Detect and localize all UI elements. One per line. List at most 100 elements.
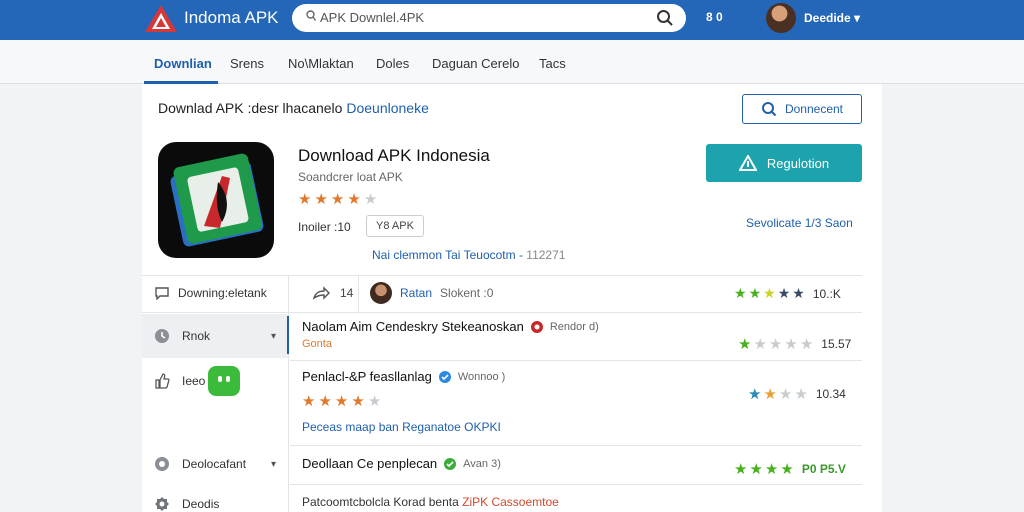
divider [290,484,862,485]
search-hint-icon [306,10,316,21]
divider [290,360,862,361]
chevron-down-icon: ▾ [270,330,276,342]
tab-daguan[interactable]: Daguan Cerelo [432,56,519,71]
clock-icon [155,329,169,343]
author-info[interactable]: Ratan Slokent :0 [370,282,493,304]
app-icon [158,142,274,258]
star-icon: ★ [734,285,747,301]
star-icon: ★ [794,386,808,403]
download-icon [738,155,757,171]
record-icon [530,320,543,333]
star-icon: ★ [748,285,762,301]
review-inline-stars: ★★★★★ [302,392,384,410]
chevron-down-icon: ▾ [854,11,861,25]
stats-row: Downing:eletank 14 Ratan Slokent :0 ★ ★ … [142,276,862,312]
star-icon: ★ [334,393,352,410]
search-bar[interactable]: APK Downlel.4PK [292,4,686,32]
star-icon: ★ [777,285,791,301]
stat-separator [288,276,289,312]
app-subtitle: Soandcrer loat APK [298,170,403,184]
app-rating-stars: ★★★★★ [298,190,380,208]
top-bar: Indoma APK APK Downlel.4PK 8 0 Deedide ▾ [0,0,1024,40]
check-icon [444,457,457,470]
logo-icon[interactable] [144,4,178,34]
star-icon: ★ [734,461,748,478]
star-icon: ★ [298,191,315,208]
review-title[interactable]: Penlacl-&P feasllanlag Wonnoo ) [302,369,505,384]
star-icon: ★ [763,386,777,403]
star-icon: ★ [749,461,763,478]
star-icon: ★ [778,386,793,403]
star-icon: ★ [318,393,335,410]
update-info: Nai clemmon Tai Teuocotm - 112271 [372,248,566,262]
download-button[interactable]: Regulotion [706,144,862,182]
star-icon: ★ [330,191,348,208]
star-icon: ★ [768,336,783,353]
share-stat[interactable]: 14 [312,286,353,300]
star-icon: ★ [748,386,762,403]
like-icon [155,373,170,389]
gear-icon [155,457,169,471]
tab-news[interactable]: Srens [230,56,264,71]
divider [142,312,862,313]
user-menu[interactable]: Deedide ▾ [804,11,860,25]
nav-tabs: Downlian Srens No\Mlaktan Doles Daguan C… [0,40,1024,84]
star-icon: ★ [763,285,776,301]
star-icon: ★ [792,285,805,301]
stat-separator [358,276,359,312]
search-icon[interactable] [656,9,674,27]
size-note[interactable]: Sevolicate 1/3 Saon [746,216,853,230]
star-icon: ★ [363,191,381,208]
comments-stat[interactable]: Downing:eletank [154,286,267,300]
review-rating: ★ ★ ★ ★ 10.34 [748,386,846,403]
author-avatar [370,282,392,304]
app-detail-card: Downlad APK :desr lhacanelo Doeunloneke … [142,84,882,512]
breadcrumb-link[interactable]: Doeunloneke [346,100,429,116]
connect-search-icon [761,102,777,117]
star-icon: ★ [351,393,368,410]
installer-label: Inoiler :10 [298,220,351,234]
comment-icon [155,287,169,300]
sidebar-item-deolocafant[interactable]: Deolocafant ▾ [142,442,288,486]
app-logo-graphic [170,153,264,247]
star-icon: ★ [753,336,767,353]
sidebar-item-rnok[interactable]: Rnok ▾ [142,314,288,358]
review-title[interactable]: Deollaan Ce penplecan Avan 3) [302,456,501,471]
tab-downloads[interactable]: Downlian [154,56,212,71]
review-subtitle[interactable]: Gonta [302,338,332,350]
brand-name[interactable]: Indoma APK [184,8,279,28]
review-rating: ★ ★ ★ ★ ★ 15.57 [738,336,852,353]
tab-doles[interactable]: Doles [376,56,409,71]
star-icon: ★ [738,336,752,353]
star-icon: ★ [302,393,319,410]
active-review-indicator [287,316,289,354]
review-title[interactable]: Naolam Aim Cendeskry Stekeanoskan Rendor… [302,319,599,334]
review-link[interactable]: Peceas maap ban Reganatoe OKPKI [302,420,501,434]
chevron-down-icon: ▾ [270,458,276,470]
notification-counter[interactable]: 8 0 [706,10,723,24]
star-icon: ★ [314,191,331,208]
review-link[interactable]: Patcoomtcbolcla Korad benta ZiPK Cassoem… [302,495,559,509]
avatar[interactable] [766,3,796,33]
star-icon: ★ [367,393,385,410]
star-icon: ★ [784,336,798,353]
sidebar-item-deodis[interactable]: Deodis [142,482,288,512]
apk-chip[interactable]: Y8 APK [366,215,424,237]
verified-icon [438,370,451,383]
share-icon [312,286,330,300]
star-icon: ★ [799,336,814,353]
search-input[interactable]: APK Downlel.4PK [320,10,424,25]
breadcrumb: Downlad APK :desr lhacanelo Doeunloneke [158,100,429,116]
star-icon: ★ [347,191,364,208]
review-rating: ★ ★ ★ ★ P0 P5.V [734,461,846,478]
app-title: Download APK Indonesia [298,146,490,165]
tab-tacs[interactable]: Tacs [539,56,566,71]
connect-button[interactable]: Donnecent [742,94,862,124]
star-icon: ★ [764,461,779,478]
star-icon: ★ [780,461,794,478]
tab-mlaktan[interactable]: No\Mlaktan [288,56,354,71]
green-bot-icon [208,366,240,396]
divider [290,445,862,446]
settings-icon [155,497,169,511]
overall-rating: ★ ★ ★ ★ ★ 10.:K [734,285,841,301]
